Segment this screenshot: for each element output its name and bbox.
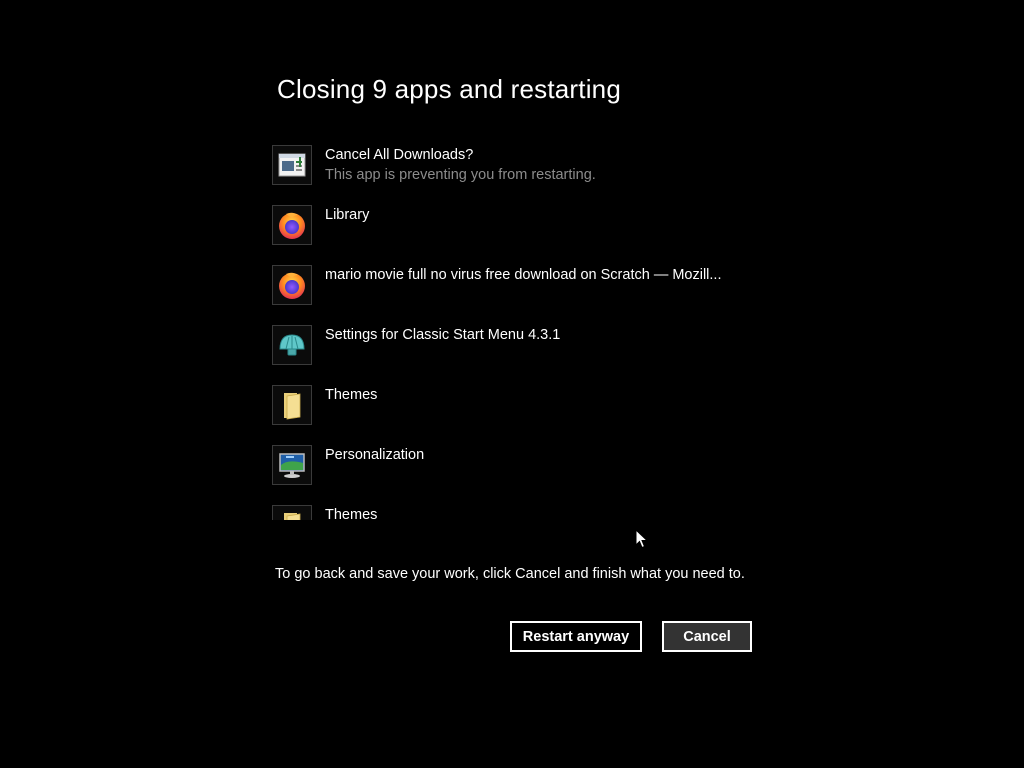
- monitor-icon: [272, 445, 312, 485]
- folder-icon: [272, 505, 312, 520]
- downloads-window-icon: [272, 145, 312, 185]
- app-list[interactable]: Cancel All Downloads? This app is preven…: [272, 145, 752, 520]
- app-name: Settings for Classic Start Menu 4.3.1: [325, 327, 561, 343]
- app-name: Personalization: [325, 447, 425, 463]
- app-name: Themes: [325, 387, 378, 403]
- list-item: Personalization: [272, 445, 752, 505]
- app-name: Library: [325, 207, 370, 223]
- dialog-title: Closing 9 apps and restarting: [277, 74, 622, 104]
- list-item: Themes: [272, 385, 752, 445]
- folder-icon: [272, 385, 312, 425]
- list-item: Library: [272, 205, 752, 265]
- list-item: Settings for Classic Start Menu 4.3.1: [272, 325, 752, 385]
- app-name: mario movie full no virus free download …: [325, 267, 722, 283]
- restart-screen: Closing 9 apps and restarting Cancel All…: [0, 0, 1024, 768]
- list-item: Themes: [272, 505, 752, 520]
- app-name: Themes: [325, 507, 378, 520]
- instruction-text: To go back and save your work, click Can…: [275, 566, 745, 582]
- app-name: Cancel All Downloads?: [325, 147, 474, 163]
- cancel-button[interactable]: Cancel: [662, 621, 752, 652]
- app-status: This app is preventing you from restarti…: [325, 167, 596, 183]
- restart-anyway-button[interactable]: Restart anyway: [510, 621, 642, 652]
- firefox-icon: [272, 205, 312, 245]
- list-item: mario movie full no virus free download …: [272, 265, 752, 325]
- mouse-cursor-icon: [635, 528, 649, 554]
- firefox-icon: [272, 265, 312, 305]
- list-item: Cancel All Downloads? This app is preven…: [272, 145, 752, 205]
- classic-shell-icon: [272, 325, 312, 365]
